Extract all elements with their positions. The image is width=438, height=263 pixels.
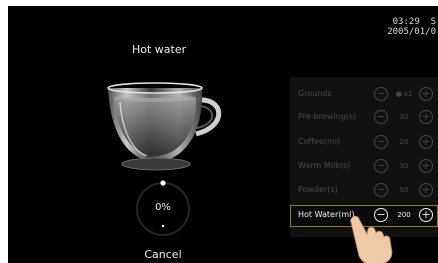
setting-value: 30: [390, 162, 418, 170]
page-title: Hot water: [132, 43, 187, 56]
setting-label: Coffee(ml): [298, 137, 341, 146]
time-suffix: S: [430, 17, 436, 27]
status-clock: 03:29 S 2005/01/0: [387, 17, 436, 37]
minus-circle-icon[interactable]: −: [374, 87, 388, 101]
setting-row: Grounds − ● x1 +: [290, 84, 438, 106]
plus-circle-icon[interactable]: +: [419, 159, 433, 173]
screen: 03:29 S 2005/01/0 Hot water 0% Cancel Gr…: [8, 6, 438, 263]
setting-value: 50: [390, 186, 418, 194]
minus-circle-icon[interactable]: −: [374, 159, 388, 173]
setting-value-text: x1: [403, 90, 413, 98]
setting-value: 30: [390, 113, 418, 121]
setting-label: Powder(s): [298, 185, 338, 194]
plus-circle-icon[interactable]: +: [419, 183, 433, 197]
minus-circle-icon[interactable]: −: [374, 135, 388, 149]
setting-value-text: 30: [399, 113, 409, 121]
setting-row: Pre-brewing(s) − 30 +: [290, 107, 438, 129]
progress-percent: 0%: [155, 202, 171, 213]
pointing-hand-icon: [350, 215, 393, 263]
setting-value-text: 20: [399, 138, 409, 146]
plus-circle-icon[interactable]: +: [419, 208, 433, 222]
minus-circle-icon[interactable]: −: [374, 110, 388, 124]
cup-illustration: [107, 82, 222, 171]
plus-circle-icon[interactable]: +: [419, 135, 433, 149]
setting-label: Warm Milk(s): [298, 161, 351, 170]
plus-circle-icon[interactable]: +: [419, 87, 433, 101]
minus-circle-icon[interactable]: −: [374, 183, 388, 197]
setting-value: ● x1: [390, 90, 418, 98]
plus-circle-icon[interactable]: +: [419, 110, 433, 124]
setting-label: Grounds: [298, 89, 332, 98]
cancel-button[interactable]: Cancel: [132, 248, 194, 261]
progress-indicator-dot: [160, 180, 166, 186]
date-text: 2005/01/0: [387, 27, 436, 37]
coffee-bean-icon: ●: [395, 90, 402, 98]
setting-value-text: 200: [397, 211, 411, 219]
setting-row: Powder(s) − 50 +: [290, 180, 438, 202]
setting-label: Hot Water(ml): [298, 210, 355, 219]
setting-label: Pre-brewing(s): [298, 112, 357, 121]
setting-value-text: 50: [399, 186, 409, 194]
setting-value: 20: [390, 138, 418, 146]
progress-center-dot: [161, 224, 165, 228]
setting-row: Warm Milk(s) − 30 +: [290, 156, 438, 178]
time-text: 03:29: [392, 17, 420, 27]
setting-value-text: 30: [399, 162, 409, 170]
setting-row: Coffee(ml) − 20 +: [290, 132, 438, 154]
